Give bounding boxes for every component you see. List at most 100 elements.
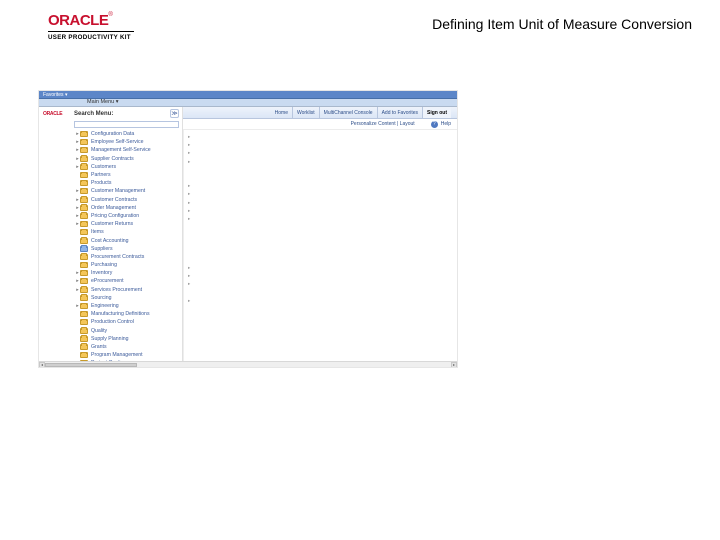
folder-icon <box>80 352 88 358</box>
sidebar-item[interactable]: Partners <box>71 171 182 179</box>
sidebar-item[interactable]: ▸Customer Contracts <box>71 196 182 204</box>
sidebar-item-label: Pricing Configuration <box>91 213 139 219</box>
sidebar-item-label: Order Management <box>91 205 136 211</box>
sidebar-item[interactable]: ▸Configuration Data <box>71 130 182 138</box>
folder-icon <box>80 254 88 260</box>
submenu-indicator-icon <box>184 232 190 240</box>
sidebar-item[interactable]: Program Management <box>71 351 182 359</box>
sidebar-item[interactable]: ▸Supplier Contracts <box>71 155 182 163</box>
sidebar-item-label: Purchasing <box>91 262 117 268</box>
folder-icon <box>80 147 88 153</box>
sidebar-item-label: Customer Contracts <box>91 197 137 203</box>
oracle-upk-logo: ORACLE® USER PRODUCTIVITY KIT <box>48 12 134 41</box>
sidebar-item[interactable]: Quality <box>71 327 182 335</box>
toolbar-link[interactable]: Add to Favorites <box>377 107 422 118</box>
sidebar-item[interactable]: ▸Services Procurement <box>71 286 182 294</box>
sidebar-item[interactable]: Procurement Contracts <box>71 253 182 261</box>
submenu-indicator-icon <box>184 339 190 347</box>
personalize-label[interactable]: Personalize Content | Layout <box>351 121 415 127</box>
folder-icon <box>80 287 88 293</box>
toolbar-link[interactable]: Home <box>271 107 292 118</box>
toolbar-link[interactable]: MultiChannel Console <box>319 107 377 118</box>
submenu-indicator-icon: ▸ <box>184 150 190 158</box>
submenu-indicator-icon: ▸ <box>184 281 190 289</box>
main-menu-dropdown[interactable]: Main Menu ▾ <box>87 99 119 105</box>
sidebar-item[interactable]: Products <box>71 179 182 187</box>
browser-tab-bar: Main Menu ▾ <box>39 99 457 107</box>
sidebar-item-label: Suppliers <box>91 246 113 252</box>
sidebar-item[interactable]: Manufacturing Definitions <box>71 310 182 318</box>
sidebar-item[interactable]: ▸Management Self-Service <box>71 146 182 154</box>
page-title: Defining Item Unit of Measure Conversion <box>432 16 692 32</box>
search-menu-input[interactable] <box>74 121 179 128</box>
folder-icon <box>80 139 88 145</box>
scroll-thumb[interactable] <box>45 363 137 367</box>
scroll-right-button[interactable]: ▸ <box>451 362 457 368</box>
folder-icon <box>80 311 88 317</box>
sidebar-item-label: Products <box>91 180 111 186</box>
help-icon[interactable]: ? <box>431 121 438 128</box>
submenu-indicator-icon: ▸ <box>184 265 190 273</box>
sidebar-item[interactable]: Suppliers <box>71 245 182 253</box>
folder-icon <box>80 172 88 178</box>
folder-icon <box>80 344 88 350</box>
sidebar-item[interactable]: Supply Planning <box>71 335 182 343</box>
sidebar-item[interactable]: Cost Accounting <box>71 236 182 244</box>
sidebar-item-label: Customer Returns <box>91 221 133 227</box>
sidebar-item-label: Management Self-Service <box>91 147 151 153</box>
sidebar-item-label: Supply Planning <box>91 336 129 342</box>
sidebar-item[interactable]: ▸eProcurement <box>71 277 182 285</box>
sidebar-item-label: Program Management <box>91 352 143 358</box>
sidebar-item-label: Production Control <box>91 319 134 325</box>
submenu-indicator-icon <box>184 347 190 355</box>
nav-tree: ▸Configuration Data▸Employee Self-Servic… <box>71 130 182 361</box>
sidebar-item[interactable]: ▸Pricing Configuration <box>71 212 182 220</box>
sidebar-item-label: Services Procurement <box>91 287 142 293</box>
folder-icon <box>80 278 88 284</box>
nav-sidebar: Search Menu: ≫ ▸Configuration Data▸Emplo… <box>71 107 183 361</box>
sidebar-item[interactable]: Items <box>71 228 182 236</box>
sidebar-item[interactable]: ▸Order Management <box>71 204 182 212</box>
submenu-indicator-icon: ▸ <box>184 134 190 142</box>
folder-icon <box>80 221 88 227</box>
sidebar-item-label: Procurement Contracts <box>91 254 144 260</box>
submenu-indicator-icon: ▸ <box>184 191 190 199</box>
sidebar-item-label: Grants <box>91 344 107 350</box>
sidebar-item[interactable]: Production Control <box>71 318 182 326</box>
submenu-indicator-icon: ▸ <box>184 159 190 167</box>
sidebar-item[interactable]: ▸Customer Management <box>71 187 182 195</box>
folder-icon <box>80 156 88 162</box>
submenu-indicator-icon <box>184 167 190 175</box>
submenu-indicator-icon <box>184 290 190 298</box>
sidebar-item-label: Supplier Contracts <box>91 156 134 162</box>
folder-icon <box>80 188 88 194</box>
submenu-indicator-icon <box>184 314 190 322</box>
favorites-menu[interactable]: Favorites ▾ <box>43 92 67 98</box>
horizontal-scrollbar[interactable]: ◂ ▸ <box>39 361 457 367</box>
folder-icon <box>80 164 88 170</box>
folder-icon <box>80 295 88 301</box>
sign-out-button[interactable]: Sign out <box>422 107 451 118</box>
submenu-indicator-icon <box>184 322 190 330</box>
toolbar-link[interactable]: Worklist <box>292 107 319 118</box>
submenu-indicator-icon: ▸ <box>184 183 190 191</box>
main-area: HomeWorklistMultiChannel ConsoleAdd to F… <box>183 107 457 361</box>
sidebar-item-label: Quality <box>91 328 107 334</box>
sidebar-item[interactable]: ▸Employee Self-Service <box>71 138 182 146</box>
sidebar-item[interactable]: ▸Customer Returns <box>71 220 182 228</box>
sidebar-item[interactable]: ▸Engineering <box>71 302 182 310</box>
app-screenshot: Favorites ▾ Main Menu ▾ ORACLE Search Me… <box>38 90 458 368</box>
sidebar-item[interactable]: Sourcing <box>71 294 182 302</box>
sidebar-item[interactable]: Purchasing <box>71 261 182 269</box>
help-link[interactable]: Help <box>441 121 451 127</box>
sidebar-item[interactable]: Grants <box>71 343 182 351</box>
browser-chrome-bar: Favorites ▾ <box>39 91 457 99</box>
folder-icon <box>80 336 88 342</box>
sidebar-item-label: Engineering <box>91 303 119 309</box>
sidebar-item[interactable]: ▸Customers <box>71 163 182 171</box>
sidebar-item[interactable]: ▸Inventory <box>71 269 182 277</box>
submenu-indicator-icon <box>184 224 190 232</box>
folder-icon <box>80 229 88 235</box>
search-go-button[interactable]: ≫ <box>170 109 179 118</box>
logo-trademark: ® <box>108 12 112 18</box>
